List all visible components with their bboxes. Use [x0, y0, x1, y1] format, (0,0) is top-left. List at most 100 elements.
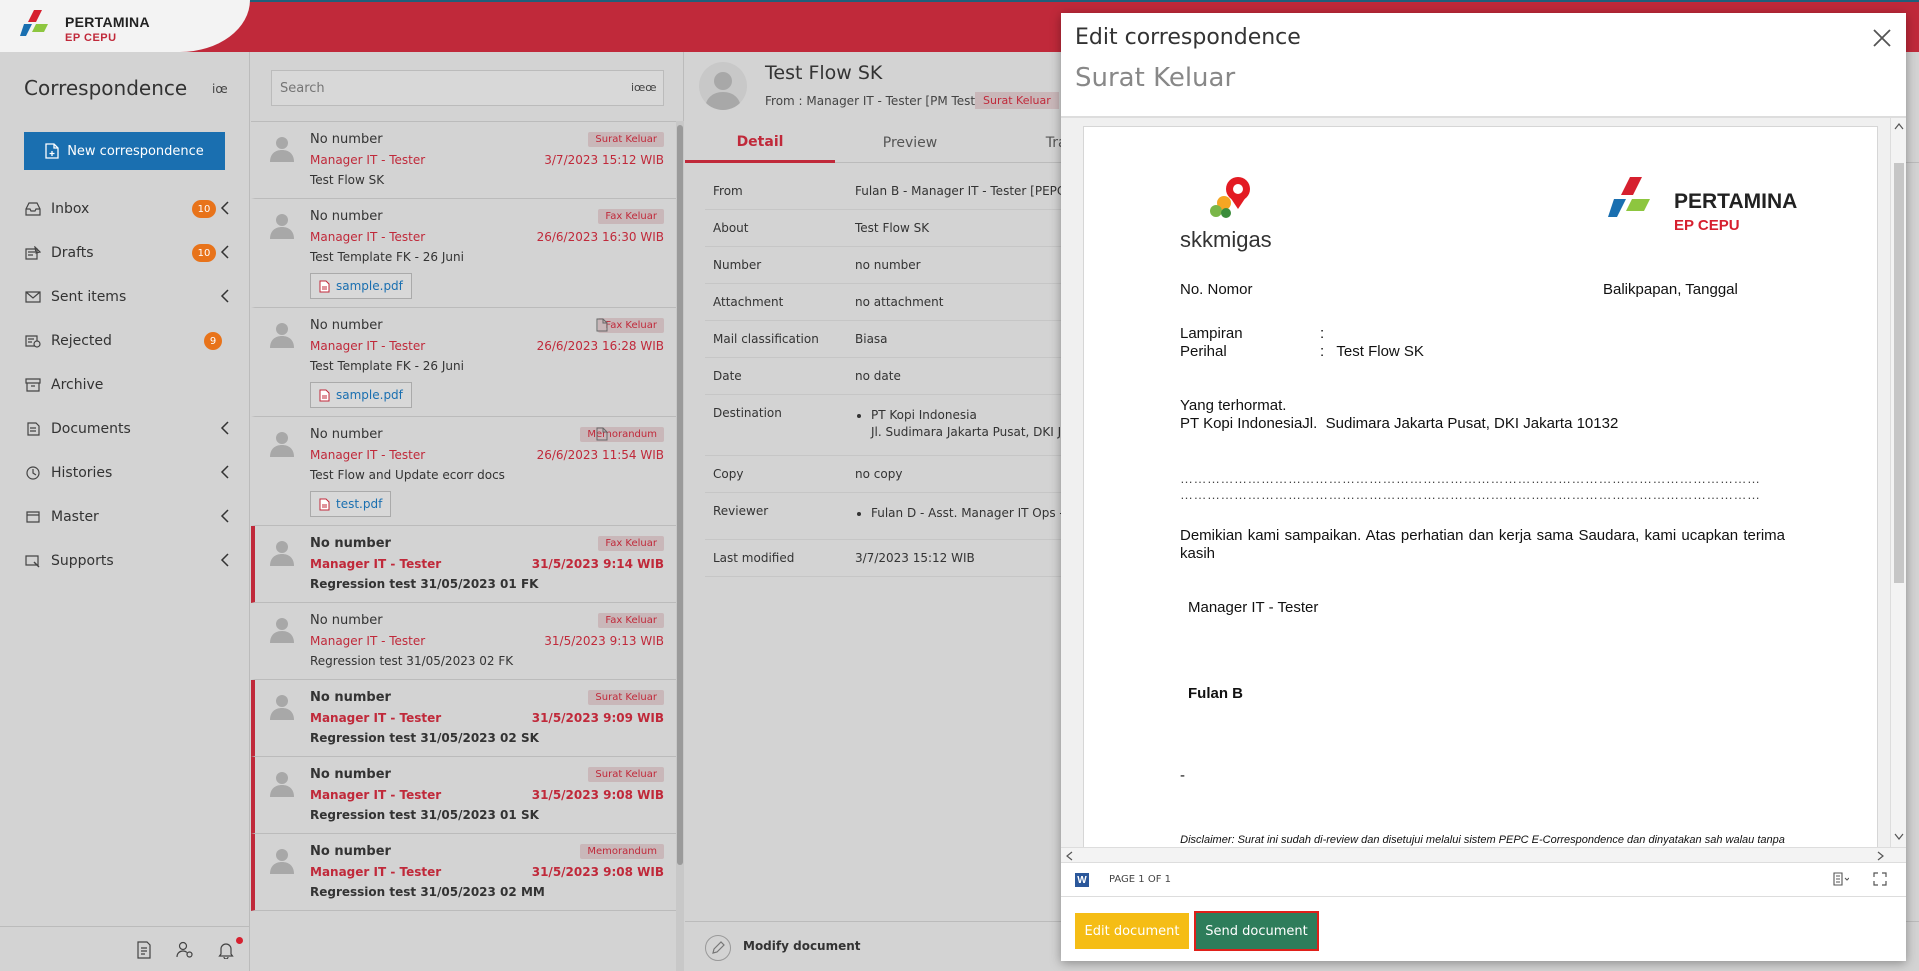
tab-preview[interactable]: Preview [835, 123, 985, 163]
scroll-down-icon[interactable] [1894, 833, 1904, 841]
sent-icon [24, 288, 42, 306]
pertamina-logo-icon [1608, 177, 1650, 217]
pdf-file-icon [319, 389, 330, 401]
module-settings-icon[interactable]: iœ [212, 82, 228, 96]
chevron-left-icon[interactable] [220, 509, 234, 525]
item-subject: Test Flow and Update ecorr docs [310, 468, 505, 482]
list-item[interactable]: No number Manager IT - Tester Test Templat… [251, 308, 676, 417]
sidebar-item-histories[interactable]: Histories [0, 451, 250, 495]
attachment-name: test.pdf [336, 497, 383, 511]
inbox-icon [24, 200, 42, 218]
new-correspondence-label: New correspondence [67, 143, 204, 159]
search-input[interactable] [271, 70, 664, 106]
sidebar-item-supports[interactable]: Supports [0, 539, 250, 583]
send-document-button[interactable]: Send document [1194, 911, 1319, 951]
correspondence-list-panel: iœœ No numberManager IT - TesterTest Flo… [251, 52, 684, 971]
search-filter-icon[interactable]: iœœ [631, 81, 657, 94]
chevron-left-icon[interactable] [220, 245, 234, 261]
inbox-count-badge: 10 [192, 200, 216, 218]
view-mode-icon[interactable] [1833, 872, 1850, 888]
edit-pencil-icon[interactable] [705, 935, 731, 961]
document-icon [596, 318, 608, 332]
lampiran-label: Lampiran [1180, 325, 1243, 342]
sidebar-item-master[interactable]: Master [0, 495, 250, 539]
list-scrollbar[interactable] [676, 121, 684, 971]
letter-greeting: Yang terhormat. [1180, 397, 1287, 414]
pdf-file-icon [319, 280, 330, 292]
field-value: no attachment [855, 295, 944, 309]
avatar [267, 844, 297, 874]
sidebar-item-label: Drafts [51, 245, 94, 261]
letter-body-placeholder: …………………………………………………………………………………………………………… [1180, 487, 1761, 502]
chevron-left-icon[interactable] [220, 465, 234, 481]
chevron-left-icon[interactable] [220, 421, 234, 437]
viewer-scrollbar-thumb[interactable] [1894, 163, 1904, 583]
document-list-icon[interactable] [136, 941, 154, 959]
viewer-vertical-scrollbar[interactable] [1890, 118, 1906, 862]
viewer-toolbar: W PAGE 1 OF 1 [1061, 862, 1906, 896]
avatar [267, 613, 297, 643]
supports-icon [24, 552, 42, 570]
notification-bell-icon[interactable] [218, 941, 236, 960]
modal-subtitle: Surat Keluar [1075, 63, 1236, 93]
list-item[interactable]: No number Manager IT - Tester Regression t… [251, 603, 676, 680]
modify-document-button[interactable]: Modify document [743, 939, 861, 953]
page-indicator: PAGE 1 OF 1 [1109, 874, 1172, 885]
sidebar-item-label: Archive [51, 377, 104, 393]
sidebar-item-label: Sent items [51, 289, 127, 305]
list-item[interactable]: No number Manager IT - Tester Test Flow SK… [251, 122, 676, 199]
tab-detail[interactable]: Detail [685, 123, 835, 163]
sidebar-item-sent-items[interactable]: Sent items [0, 275, 250, 319]
avatar [267, 209, 297, 239]
master-icon [24, 508, 42, 526]
item-type-badge: Surat Keluar [588, 767, 664, 782]
sidebar-footer [0, 926, 250, 971]
new-correspondence-button[interactable]: New correspondence [24, 132, 225, 170]
chevron-left-icon[interactable] [220, 553, 234, 569]
detail-type-badge: Surat Keluar [975, 92, 1059, 109]
list-item[interactable]: No number Manager IT - Tester Regression t… [251, 834, 676, 911]
item-type-badge: Fax Keluar [598, 318, 664, 333]
list-item[interactable]: No number Manager IT - Tester Test Flow an… [251, 417, 676, 526]
viewer-horizontal-scrollbar[interactable] [1061, 847, 1906, 862]
avatar [267, 427, 297, 457]
fullscreen-icon[interactable] [1873, 872, 1889, 888]
field-label: Date [713, 369, 742, 383]
sidebar-item-drafts[interactable]: Drafts 10 [0, 231, 250, 275]
sidebar-item-inbox[interactable]: Inbox 10 [0, 187, 250, 231]
user-settings-icon[interactable] [176, 941, 194, 959]
list-item[interactable]: No number Manager IT - Tester Regression t… [251, 757, 676, 834]
field-value: no number [855, 258, 921, 272]
avatar [267, 318, 297, 348]
attachment-chip[interactable]: sample.pdf [310, 382, 412, 408]
scroll-up-icon[interactable] [1894, 122, 1904, 130]
chevron-left-icon[interactable] [220, 201, 234, 217]
item-date: 31/5/2023 9:14 WIB [531, 557, 664, 571]
list-item[interactable]: No number Manager IT - Tester Test Templat… [251, 199, 676, 308]
attachment-chip[interactable]: test.pdf [310, 491, 392, 517]
sidebar-item-rejected[interactable]: Rejected 9 [0, 319, 250, 363]
attachment-name: sample.pdf [336, 388, 403, 402]
letter-dash: - [1180, 767, 1185, 784]
pertamina-logo-sub: EP CEPU [1674, 217, 1740, 234]
item-date: 31/5/2023 9:13 WIB [544, 634, 664, 648]
sidebar-item-documents[interactable]: Documents [0, 407, 250, 451]
letter-body-placeholder: …………………………………………………………………………………………………………… [1180, 471, 1761, 486]
field-value: Biasa [855, 332, 888, 346]
sidebar-item-archive[interactable]: Archive [0, 363, 250, 407]
sidebar-item-label: Master [51, 509, 99, 525]
chevron-left-icon[interactable] [220, 289, 234, 305]
brand-logo[interactable]: PERTAMINA EP CEPU [0, 0, 250, 52]
close-icon[interactable] [1871, 27, 1895, 51]
item-subject: Test Template FK - 26 Juni [310, 359, 464, 373]
list-scrollbar-thumb[interactable] [677, 125, 683, 865]
letter-signer: Fulan B [1188, 685, 1243, 702]
attachment-chip[interactable]: sample.pdf [310, 273, 412, 299]
list-item[interactable]: No number Manager IT - Tester Regression t… [251, 526, 676, 603]
sidebar-nav: Inbox 10 Drafts 10 Sent items Rejected 9… [0, 187, 250, 583]
list-item[interactable]: No number Manager IT - Tester Regression t… [251, 680, 676, 757]
scroll-left-icon[interactable] [1065, 851, 1073, 861]
brand-name: PERTAMINA [65, 14, 150, 30]
edit-document-button[interactable]: Edit document [1075, 913, 1189, 949]
scroll-right-icon[interactable] [1877, 851, 1885, 861]
